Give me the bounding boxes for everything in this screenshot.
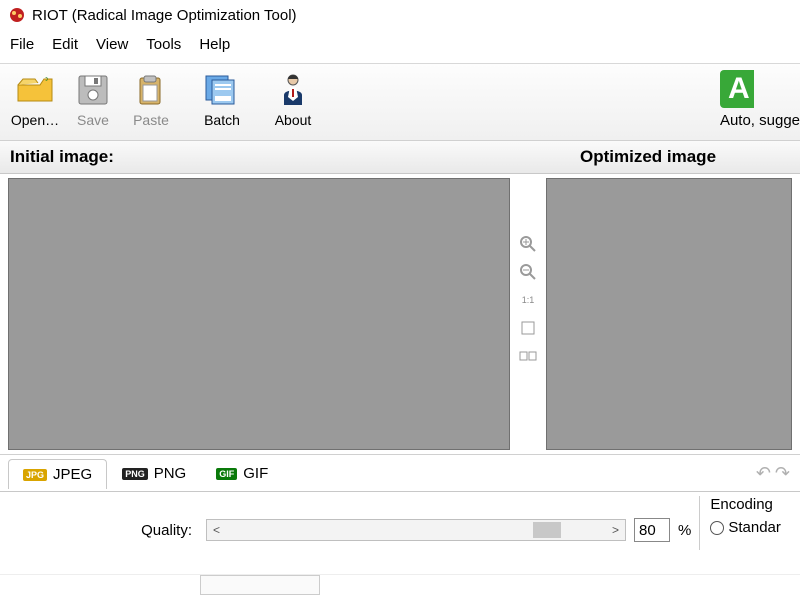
about-icon <box>276 70 310 110</box>
encoding-standard-label: Standar <box>728 519 781 536</box>
auto-suggest-label: Auto, sugge <box>720 112 800 129</box>
menu-view[interactable]: View <box>96 36 128 53</box>
radio-icon <box>710 521 724 535</box>
optimized-image-pane[interactable] <box>546 178 792 450</box>
toolbar: Open… Save Paste <box>0 63 800 141</box>
encoding-standard-option[interactable]: Standar <box>710 519 781 536</box>
quality-input[interactable] <box>634 518 670 542</box>
menu-bar: File Edit View Tools Help <box>0 30 800 63</box>
about-button[interactable]: About <box>264 68 322 130</box>
zoom-tools: 1:1 <box>510 174 546 454</box>
save-button: Save <box>64 68 122 130</box>
fit-window-icon[interactable] <box>518 318 538 338</box>
bottom-control-stub <box>0 574 800 596</box>
batch-icon <box>202 70 242 110</box>
menu-tools[interactable]: Tools <box>146 36 181 53</box>
folder-open-icon <box>15 70 55 110</box>
encoding-group-label: Encoding <box>710 496 781 513</box>
initial-image-label: Initial image: <box>10 147 570 167</box>
menu-edit[interactable]: Edit <box>52 36 78 53</box>
slider-left-arrow[interactable]: < <box>213 523 220 537</box>
redo-icon[interactable]: ↷ <box>775 463 790 484</box>
tab-jpeg[interactable]: JPG JPEG <box>8 459 107 489</box>
tab-gif-label: GIF <box>243 465 268 482</box>
batch-button[interactable]: Batch <box>193 68 251 130</box>
auto-badge[interactable]: A <box>720 70 754 108</box>
quality-slider[interactable]: < > <box>206 519 626 541</box>
initial-image-pane[interactable] <box>8 178 510 450</box>
open-button[interactable]: Open… <box>6 68 64 130</box>
optimized-image-label: Optimized image <box>570 147 790 167</box>
save-icon <box>75 70 111 110</box>
paste-icon <box>134 70 168 110</box>
tab-jpeg-label: JPEG <box>53 466 92 483</box>
open-label: Open… <box>11 112 59 128</box>
zoom-out-icon[interactable] <box>518 262 538 282</box>
tab-png[interactable]: PNG PNG <box>107 458 201 488</box>
undo-icon[interactable]: ↶ <box>756 463 771 484</box>
window-title: RIOT (Radical Image Optimization Tool) <box>32 7 297 24</box>
zoom-in-icon[interactable] <box>518 234 538 254</box>
slider-right-arrow[interactable]: > <box>612 523 619 537</box>
quality-label: Quality: <box>8 522 198 539</box>
format-tabs: JPG JPEG PNG PNG GIF GIF ↶ ↷ <box>0 454 800 492</box>
dual-view-icon[interactable] <box>518 346 538 366</box>
about-label: About <box>275 112 312 128</box>
zoom-actual-button[interactable]: 1:1 <box>518 290 538 310</box>
menu-help[interactable]: Help <box>199 36 230 53</box>
pane-labels: Initial image: Optimized image <box>0 141 800 174</box>
secondary-input-stub[interactable] <box>200 575 320 595</box>
gif-badge-icon: GIF <box>216 468 237 480</box>
paste-button: Paste <box>122 68 180 130</box>
paste-label: Paste <box>133 112 169 128</box>
save-label: Save <box>77 112 109 128</box>
app-icon <box>8 6 26 24</box>
menu-file[interactable]: File <box>10 36 34 53</box>
jpeg-badge-icon: JPG <box>23 469 47 481</box>
percent-label: % <box>678 522 691 539</box>
tab-png-label: PNG <box>154 465 187 482</box>
png-badge-icon: PNG <box>122 468 148 480</box>
slider-thumb[interactable] <box>533 522 561 538</box>
batch-label: Batch <box>204 112 240 128</box>
tab-gif[interactable]: GIF GIF <box>201 458 283 488</box>
